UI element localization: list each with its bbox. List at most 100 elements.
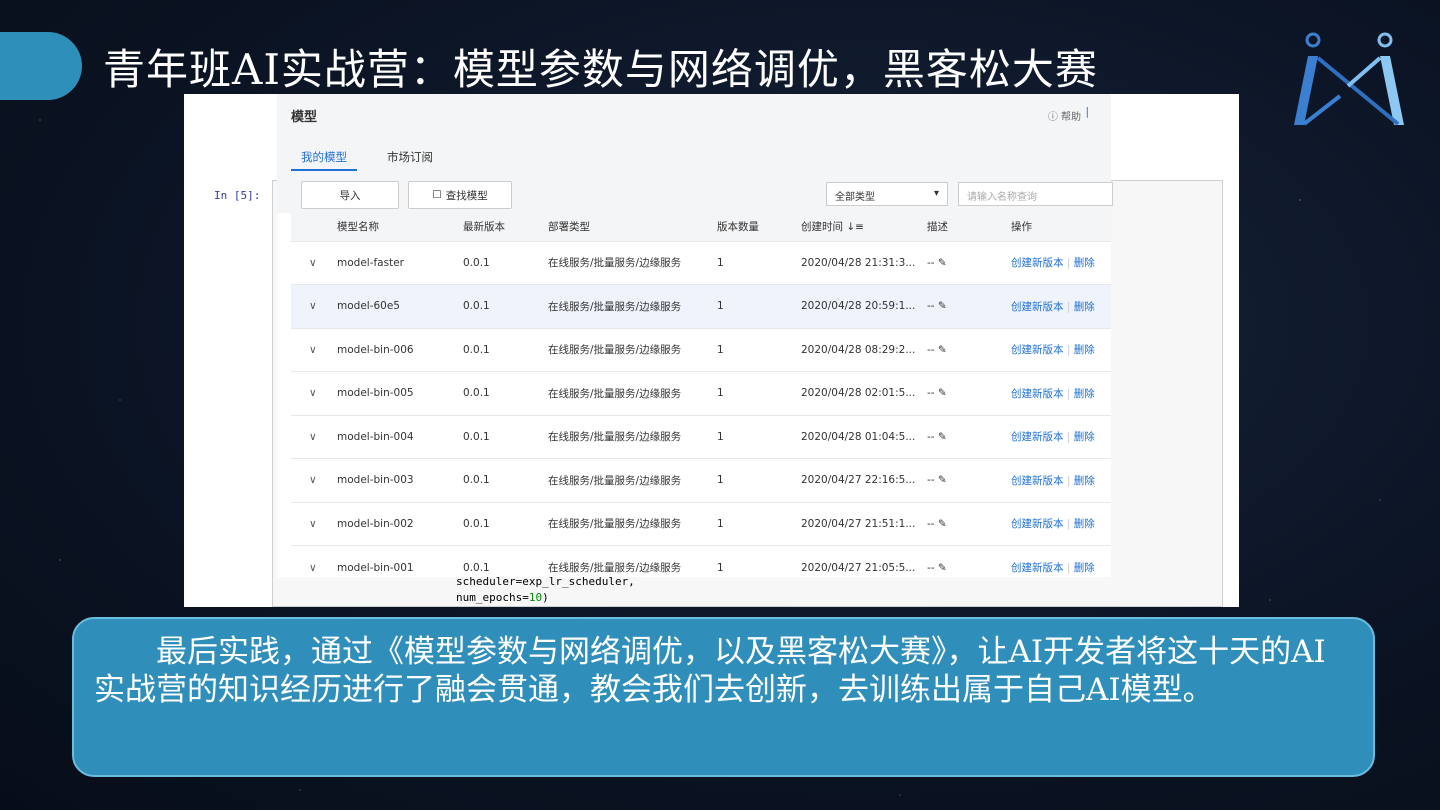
actions: 创建新版本 | 删除 [1011, 414, 1111, 459]
actions: 创建新版本 | 删除 [1011, 501, 1111, 546]
description-value: -- [927, 517, 935, 530]
create-version-link[interactable]: 创建新版本 [1011, 562, 1064, 574]
model-table: 模型名称 最新版本 部署类型 版本数量 创建时间 ↓≡ 描述 操作 ∨ mode… [291, 213, 1111, 589]
delete-link[interactable]: 删除 [1074, 344, 1095, 356]
table-row[interactable]: ∨ model-bin-005 0.0.1 在线服务/批量服务/边缘服务 1 2… [291, 371, 1111, 415]
divider: | [1066, 344, 1071, 357]
find-model-label: 查找模型 [445, 189, 488, 202]
create-version-link[interactable]: 创建新版本 [1011, 388, 1064, 400]
description-value: -- [927, 256, 935, 269]
actions: 创建新版本 | 删除 [1011, 371, 1111, 415]
table-row[interactable]: ∨ model-bin-001 0.0.1 在线服务/批量服务/边缘服务 1 2… [291, 545, 1111, 589]
code-number: 10 [528, 591, 543, 604]
type-select[interactable]: 全部类型 ▾ [826, 182, 948, 206]
table-row[interactable]: ∨ model-bin-004 0.0.1 在线服务/批量服务/边缘服务 1 2… [291, 414, 1111, 459]
help-link[interactable]: ⓘ 帮助 [1048, 108, 1081, 123]
expand-col [291, 213, 337, 241]
sort-icon[interactable]: ↓≡ [846, 221, 864, 233]
edit-icon[interactable]: ✎ [938, 474, 947, 486]
version-count: 1 [717, 240, 801, 285]
type-select-value: 全部类型 [835, 192, 875, 203]
created-time: 2020/04/28 01:04:5... [801, 414, 927, 459]
deploy-type: 在线服务/批量服务/边缘服务 [548, 371, 717, 415]
deploy-type: 在线服务/批量服务/边缘服务 [548, 545, 717, 589]
chevron-down-icon[interactable]: ∨ [291, 327, 337, 372]
model-version: 0.0.1 [463, 371, 548, 415]
delete-link[interactable]: 删除 [1074, 301, 1095, 313]
create-version-link[interactable]: 创建新版本 [1011, 257, 1064, 269]
edit-icon[interactable]: ✎ [938, 562, 947, 574]
created-time: 2020/04/27 22:16:5... [801, 458, 927, 502]
chevron-down-icon[interactable]: ∨ [291, 240, 337, 285]
edit-icon[interactable]: ✎ [938, 344, 947, 356]
create-version-link[interactable]: 创建新版本 [1011, 475, 1064, 487]
tab-market-subscriptions[interactable]: 市场订阅 [387, 149, 433, 171]
description: -- ✎ [927, 327, 1011, 372]
find-model-button[interactable]: ☐ 查找模型 [408, 181, 512, 209]
description-value: -- [927, 561, 935, 574]
edit-icon[interactable]: ✎ [938, 431, 947, 443]
cell-prompt: In [5]: [214, 189, 261, 202]
table-row[interactable]: ∨ model-faster 0.0.1 在线服务/批量服务/边缘服务 1 20… [291, 240, 1111, 285]
edit-icon[interactable]: ✎ [938, 257, 947, 269]
code-token: num_epochs= [456, 591, 529, 604]
table-row[interactable]: ∨ model-60e5 0.0.1 在线服务/批量服务/边缘服务 1 2020… [291, 284, 1111, 328]
description-value: -- [927, 387, 935, 400]
code-token: ) [542, 591, 549, 604]
col-version: 最新版本 [463, 213, 548, 241]
deploy-type: 在线服务/批量服务/边缘服务 [548, 284, 717, 328]
edit-icon[interactable]: ✎ [938, 300, 947, 312]
create-version-link[interactable]: 创建新版本 [1011, 301, 1064, 313]
created-time: 2020/04/27 21:51:1... [801, 501, 927, 546]
create-version-link[interactable]: 创建新版本 [1011, 518, 1064, 530]
table-row[interactable]: ∨ model-bin-003 0.0.1 在线服务/批量服务/边缘服务 1 2… [291, 458, 1111, 502]
created-time: 2020/04/28 21:31:3... [801, 240, 927, 285]
model-name: model-bin-005 [337, 371, 463, 415]
model-version: 0.0.1 [463, 458, 548, 502]
col-created-label: 创建时间 [801, 221, 843, 234]
search-input[interactable]: 请输入名称查询 [958, 182, 1113, 206]
tab-my-models[interactable]: 我的模型 [291, 149, 357, 171]
description-value: -- [927, 474, 935, 487]
create-version-link[interactable]: 创建新版本 [1011, 431, 1064, 443]
deploy-type: 在线服务/批量服务/边缘服务 [548, 414, 717, 459]
chevron-down-icon[interactable]: ∨ [291, 284, 337, 328]
created-time: 2020/04/28 20:59:1... [801, 284, 927, 328]
edit-icon[interactable]: ✎ [938, 518, 947, 530]
delete-link[interactable]: 删除 [1074, 388, 1095, 400]
table-row[interactable]: ∨ model-bin-002 0.0.1 在线服务/批量服务/边缘服务 1 2… [291, 501, 1111, 546]
col-count: 版本数量 [717, 213, 801, 241]
divider: | [1066, 474, 1071, 487]
created-time: 2020/04/28 08:29:2... [801, 327, 927, 372]
actions: 创建新版本 | 删除 [1011, 545, 1111, 589]
model-name: model-bin-002 [337, 501, 463, 546]
delete-link[interactable]: 删除 [1074, 257, 1095, 269]
deploy-type: 在线服务/批量服务/边缘服务 [548, 327, 717, 372]
description: -- ✎ [927, 501, 1011, 546]
chevron-down-icon[interactable]: ∨ [291, 414, 337, 459]
table-row[interactable]: ∨ model-bin-006 0.0.1 在线服务/批量服务/边缘服务 1 2… [291, 327, 1111, 372]
delete-link[interactable]: 删除 [1074, 475, 1095, 487]
divider: | [1066, 300, 1071, 313]
import-button[interactable]: 导入 [301, 181, 399, 209]
create-version-link[interactable]: 创建新版本 [1011, 344, 1064, 356]
delete-link[interactable]: 删除 [1074, 518, 1095, 530]
delete-link[interactable]: 删除 [1074, 431, 1095, 443]
version-count: 1 [717, 501, 801, 546]
chevron-down-icon[interactable]: ∨ [291, 458, 337, 502]
version-count: 1 [717, 545, 801, 589]
col-created[interactable]: 创建时间 ↓≡ [801, 213, 927, 241]
actions: 创建新版本 | 删除 [1011, 327, 1111, 372]
model-name: model-bin-003 [337, 458, 463, 502]
actions: 创建新版本 | 删除 [1011, 240, 1111, 285]
chevron-down-icon[interactable]: ∨ [291, 501, 337, 546]
deploy-type: 在线服务/批量服务/边缘服务 [548, 458, 717, 502]
divider: | [1066, 431, 1071, 444]
description: -- ✎ [927, 414, 1011, 459]
chevron-down-icon[interactable]: ∨ [291, 545, 337, 589]
edit-icon[interactable]: ✎ [938, 387, 947, 399]
chevron-down-icon[interactable]: ∨ [291, 371, 337, 415]
deploy-type: 在线服务/批量服务/边缘服务 [548, 501, 717, 546]
delete-link[interactable]: 删除 [1074, 562, 1095, 574]
deploy-type: 在线服务/批量服务/边缘服务 [548, 240, 717, 285]
